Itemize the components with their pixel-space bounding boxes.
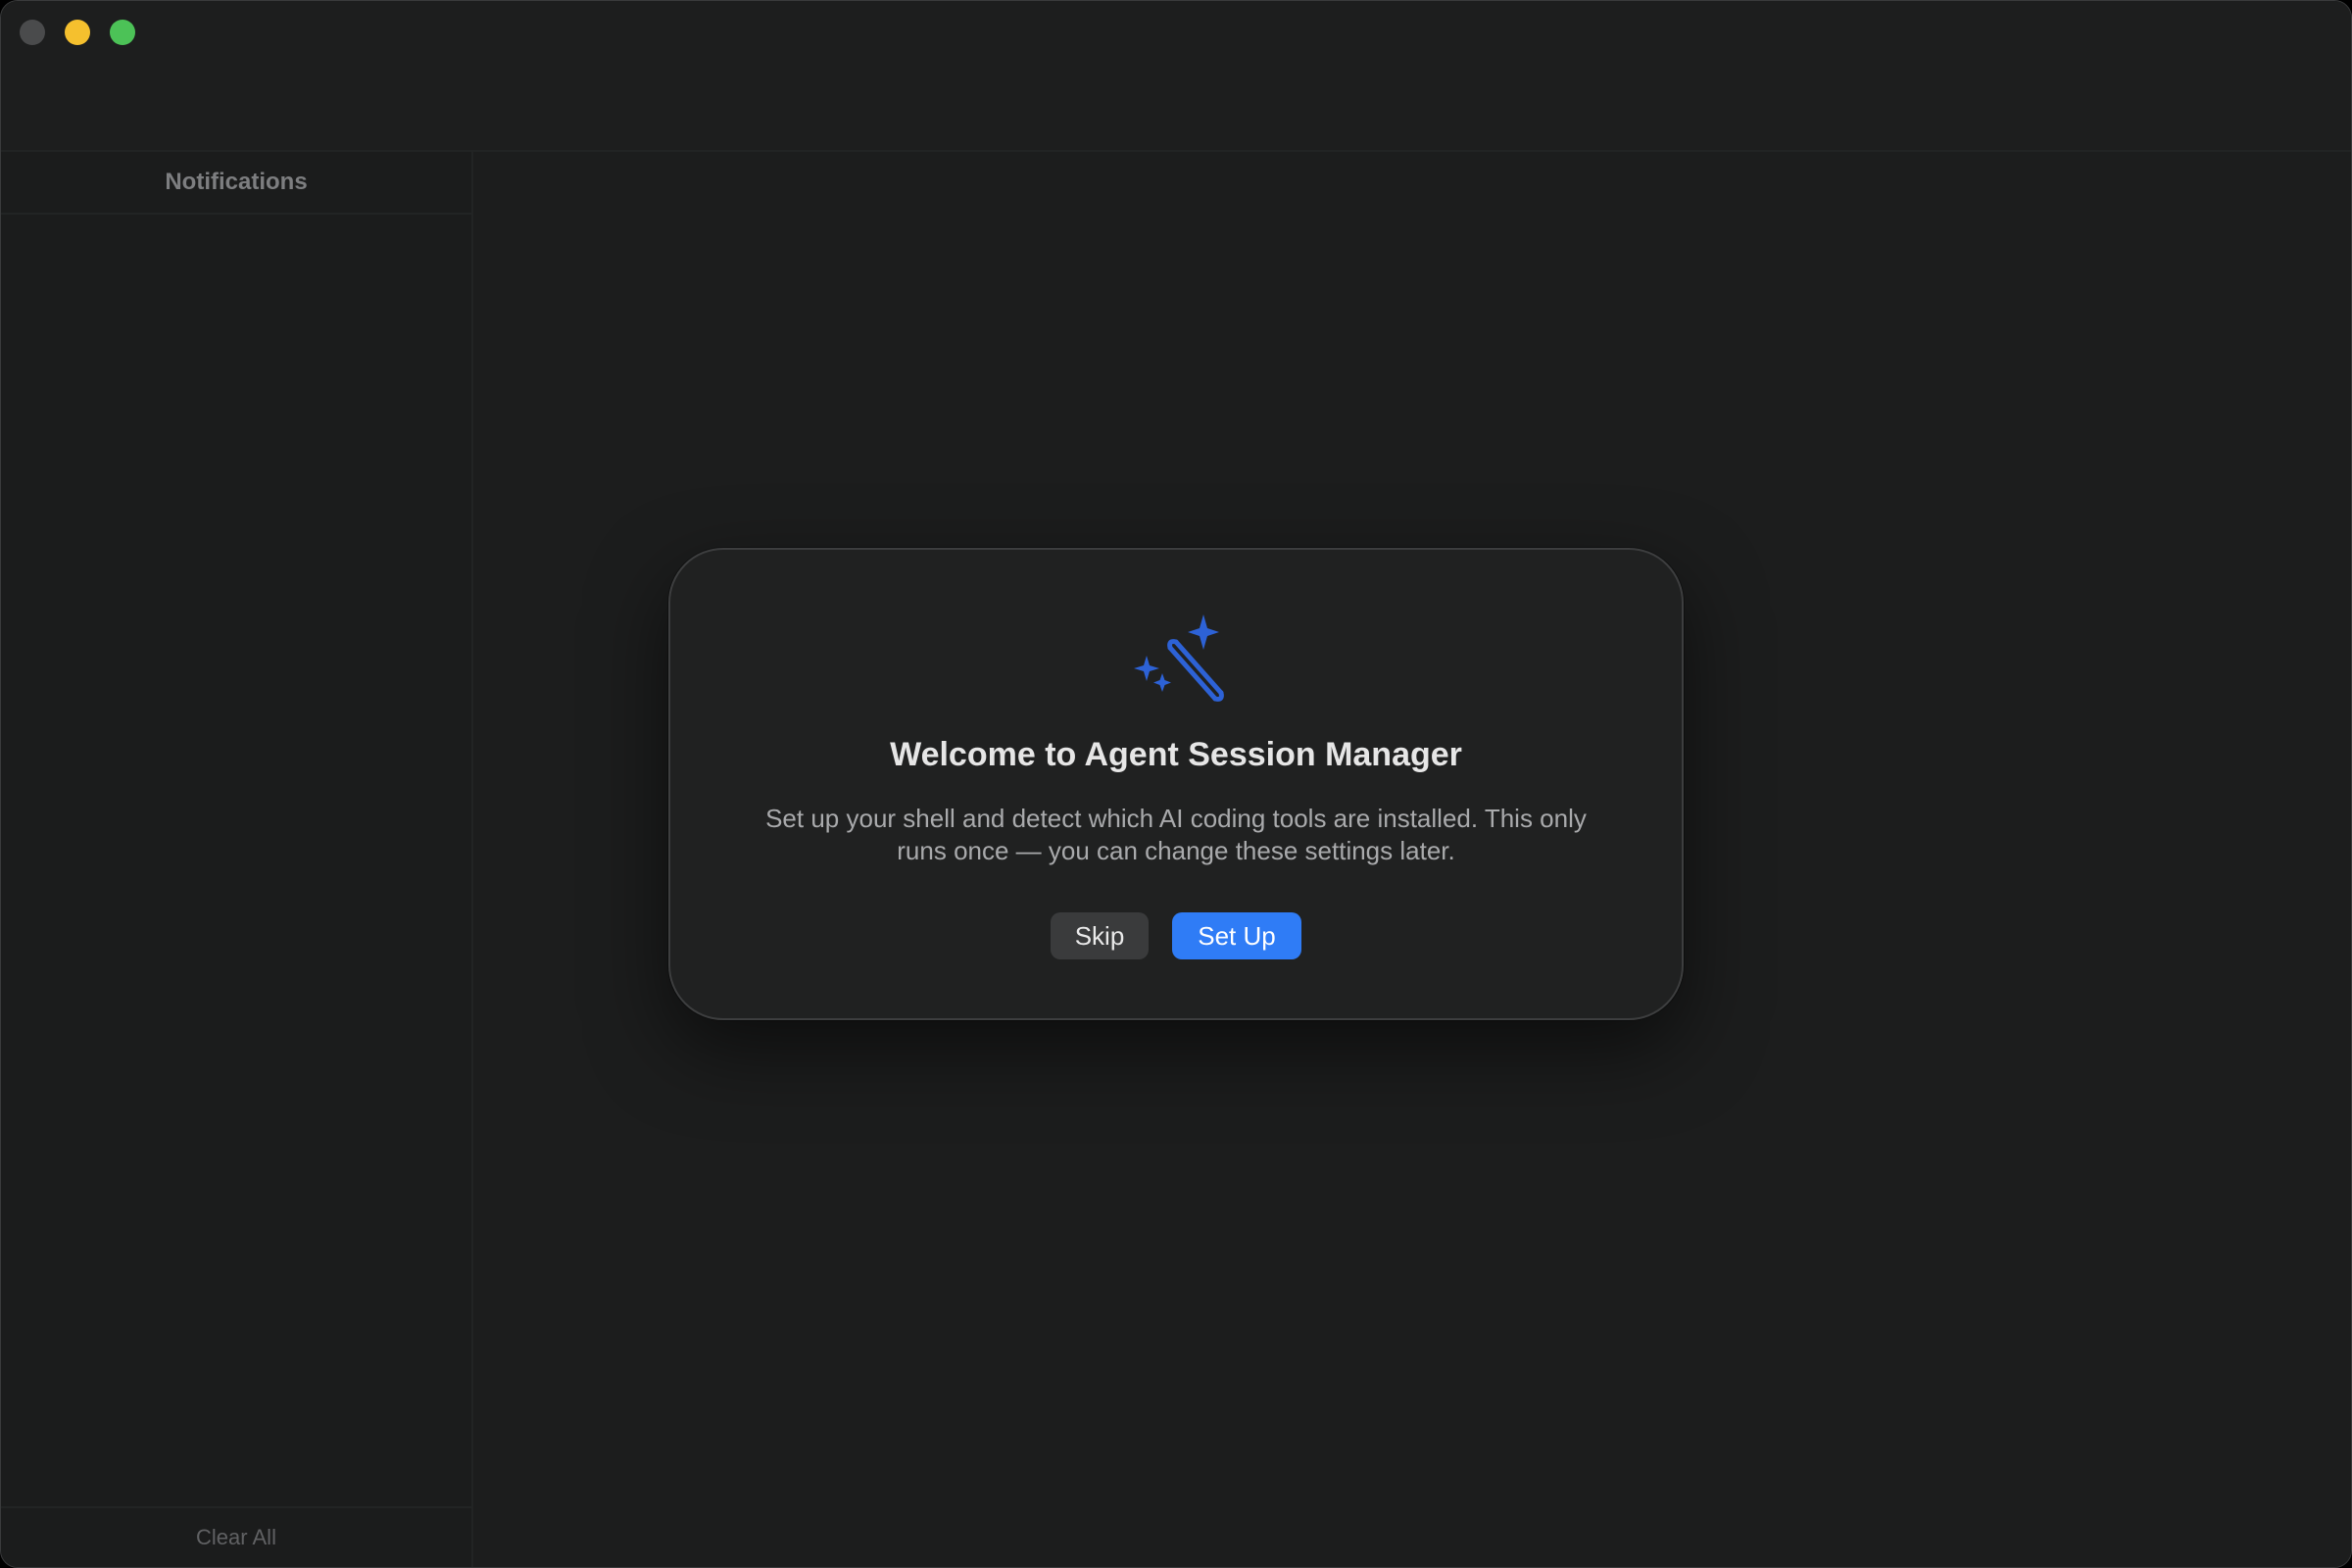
close-window-button[interactable] xyxy=(20,20,45,45)
app-window: Notifications Clear All Welcome to Agent… xyxy=(0,0,2352,1568)
set-up-button[interactable]: Set Up xyxy=(1172,912,1301,959)
notifications-sidebar: Notifications Clear All xyxy=(1,152,473,1567)
welcome-dialog: Welcome to Agent Session Manager Set up … xyxy=(668,548,1684,1020)
dialog-title: Welcome to Agent Session Manager xyxy=(890,736,1462,773)
minimize-window-button[interactable] xyxy=(65,20,90,45)
skip-button[interactable]: Skip xyxy=(1051,912,1149,959)
clear-all-button[interactable]: Clear All xyxy=(1,1506,471,1567)
magic-wand-sparkles-icon xyxy=(1134,614,1224,702)
sidebar-title: Notifications xyxy=(1,152,471,215)
dialog-button-row: Skip Set Up xyxy=(670,912,1682,959)
dialog-description: Set up your shell and detect which AI co… xyxy=(765,804,1587,865)
zoom-window-button[interactable] xyxy=(110,20,135,45)
title-bar xyxy=(1,1,2351,152)
